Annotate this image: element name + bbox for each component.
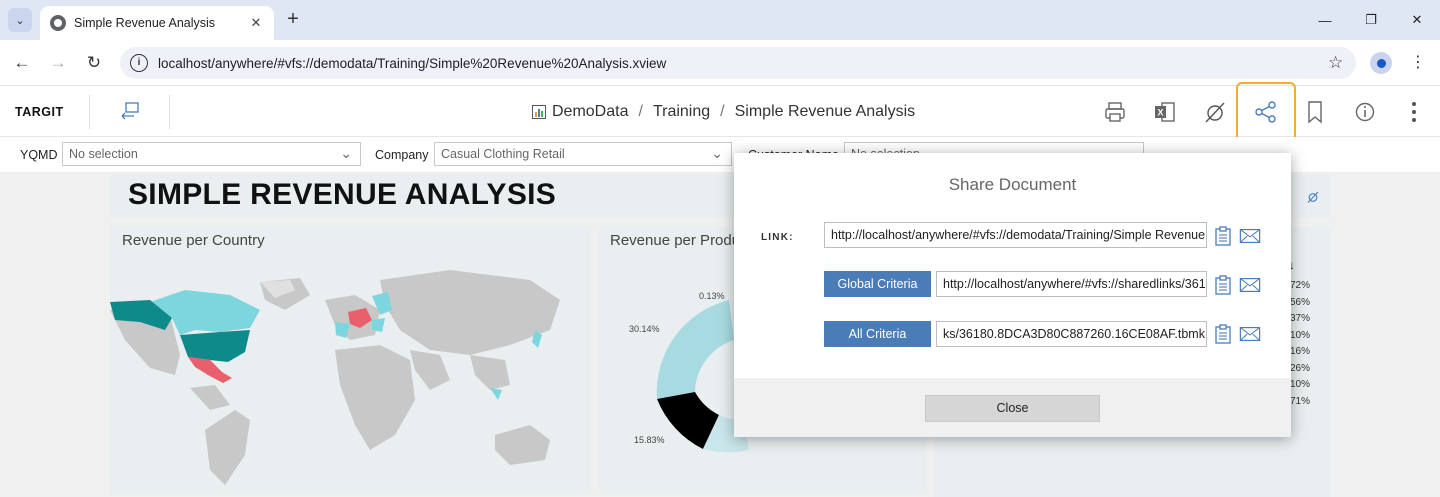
all-criteria-url-field[interactable]: ks/36180.8DCA3D80C887260.16CE08AF.tbmk: [936, 321, 1207, 347]
dialog-footer: Close: [734, 378, 1291, 437]
link-url-field[interactable]: http://localhost/anywhere/#vfs://demodat…: [824, 222, 1207, 248]
omnibox[interactable]: i localhost/anywhere/#vfs://demodata/Tra…: [120, 47, 1356, 79]
swap-view-icon[interactable]: [119, 101, 141, 121]
email-icon[interactable]: [1239, 225, 1261, 247]
browser-tab-bar: ⌄ Simple Revenue Analysis ✕ + — ❐ ✕: [0, 0, 1440, 40]
breadcrumb-item-demodata[interactable]: DemoData: [552, 103, 628, 121]
breadcrumb-separator: /: [638, 103, 643, 120]
breadcrumb: DemoData / Training / Simple Revenue Ana…: [532, 103, 915, 121]
right-values-column: 72% 56% 37% 10% 16% 26% 10% 71%: [1290, 278, 1310, 410]
bookmark-star-icon[interactable]: ☆: [1328, 53, 1356, 73]
dialog-title: Share Document: [948, 175, 1077, 194]
app-menu-icon[interactable]: [1401, 99, 1427, 125]
url-text[interactable]: localhost/anywhere/#vfs://demodata/Train…: [158, 56, 1328, 71]
svg-text:X: X: [1157, 108, 1163, 118]
breadcrumb-separator: /: [720, 103, 725, 120]
link-label: LINK:: [761, 232, 794, 243]
email-icon[interactable]: [1239, 323, 1261, 345]
info-icon[interactable]: [1352, 99, 1378, 125]
donut-label-3: 15.83%: [634, 435, 665, 445]
value-cell: 37%: [1290, 313, 1311, 324]
dashboard-title: SIMPLE REVENUE ANALYSIS: [128, 178, 557, 211]
address-bar: ← → ↻ i localhost/anywhere/#vfs://demoda…: [0, 40, 1440, 86]
clipboard-icon[interactable]: [1212, 274, 1234, 296]
panel-title-product: Revenue per Product: [610, 232, 752, 249]
print-icon[interactable]: [1102, 99, 1128, 125]
donut-label-2: 30.14%: [629, 324, 660, 334]
clear-filter-icon[interactable]: [1306, 190, 1320, 204]
share-document-dialog: Share Document LINK: http://localhost/an…: [734, 153, 1291, 437]
value-cell: 10%: [1290, 329, 1311, 341]
new-tab-icon[interactable]: +: [282, 9, 304, 31]
criteria-value-company: Casual Clothing Retail: [441, 147, 565, 161]
forward-arrow-icon[interactable]: →: [46, 51, 70, 75]
global-criteria-url-field[interactable]: http://localhost/anywhere/#vfs://sharedl…: [936, 271, 1207, 297]
close-tab-icon[interactable]: ✕: [246, 13, 266, 33]
window-close-icon[interactable]: ✕: [1394, 0, 1440, 40]
donut-label-1: 0.13%: [699, 291, 725, 301]
value-cell: 71%: [1290, 395, 1311, 407]
world-map[interactable]: [110, 260, 591, 493]
excel-export-icon[interactable]: X: [1152, 99, 1178, 125]
chevron-down-icon: ⌄: [711, 145, 723, 161]
criteria-select-yqmd[interactable]: No selection ⌄: [62, 142, 361, 166]
profile-avatar-icon[interactable]: [1370, 52, 1392, 74]
criteria-label-company: Company: [375, 148, 429, 162]
site-info-icon[interactable]: i: [130, 54, 148, 72]
toolbar-divider: [169, 95, 170, 129]
app-toolbar: TARGIT DemoData / Training / Simple Reve…: [0, 87, 1440, 137]
clear-criteria-icon[interactable]: [1202, 99, 1228, 125]
clipboard-icon[interactable]: [1212, 225, 1234, 247]
email-icon[interactable]: [1239, 274, 1261, 296]
all-criteria-button[interactable]: All Criteria: [824, 321, 931, 347]
back-arrow-icon[interactable]: ←: [10, 51, 34, 75]
bookmark-icon[interactable]: [1302, 99, 1328, 125]
dashboard-icon: [532, 105, 546, 119]
share-button-highlight: [1236, 82, 1296, 142]
value-cell: 10%: [1290, 379, 1311, 390]
reload-icon[interactable]: ↻: [82, 51, 106, 75]
toolbar-divider: [89, 95, 90, 129]
value-cell: 16%: [1290, 346, 1311, 357]
value-cell: 72%: [1290, 280, 1311, 291]
value-cell: 56%: [1290, 296, 1311, 308]
clipboard-icon[interactable]: [1212, 323, 1234, 345]
window-controls: — ❐ ✕: [1302, 0, 1440, 40]
browser-tab[interactable]: Simple Revenue Analysis ✕: [40, 6, 274, 40]
panel-title-country: Revenue per Country: [122, 232, 265, 249]
targit-logo: TARGIT: [15, 105, 64, 119]
global-criteria-button[interactable]: Global Criteria: [824, 271, 931, 297]
breadcrumb-item-document: Simple Revenue Analysis: [734, 103, 916, 120]
globe-icon: [50, 15, 66, 31]
tab-title: Simple Revenue Analysis: [74, 16, 216, 30]
restore-icon[interactable]: ❐: [1348, 0, 1394, 40]
tab-list-chevron-icon[interactable]: ⌄: [8, 8, 32, 32]
close-button[interactable]: Close: [925, 395, 1100, 422]
value-cell: 26%: [1290, 362, 1311, 374]
chevron-down-icon: ⌄: [340, 145, 352, 161]
breadcrumb-item-training[interactable]: Training: [653, 103, 710, 121]
criteria-label-yqmd: YQMD: [20, 148, 58, 162]
criteria-value-yqmd: No selection: [69, 147, 138, 161]
minimize-icon[interactable]: —: [1302, 0, 1348, 40]
criteria-select-company[interactable]: Casual Clothing Retail ⌄: [434, 142, 732, 166]
browser-menu-icon[interactable]: ⋮: [1408, 50, 1428, 76]
